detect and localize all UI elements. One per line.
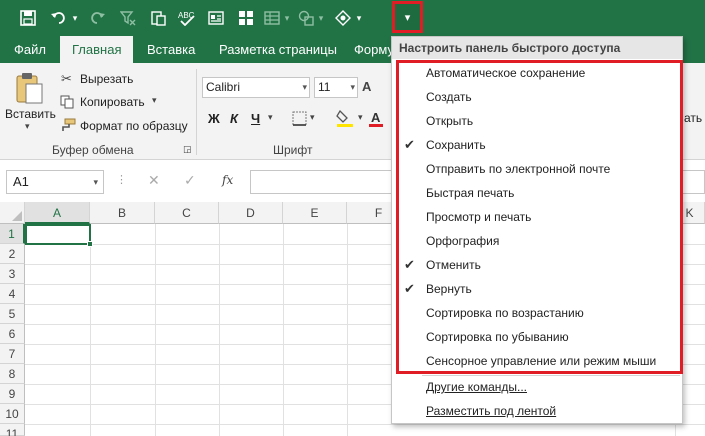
tab-home[interactable]: Главная <box>60 36 134 63</box>
font-size-dropdown-icon: ▾ <box>350 82 355 92</box>
paste-label[interactable]: Вставить <box>5 107 56 121</box>
clipboard-group-label: Буфер обмена <box>52 143 134 157</box>
row-header-6[interactable]: 6 <box>0 324 25 344</box>
cut-button[interactable]: Вырезать <box>80 72 133 86</box>
cancel-icon[interactable]: ✕ <box>148 172 160 189</box>
menu-item-label: Разместить под лентой <box>426 404 557 418</box>
menu-item-show-below-ribbon[interactable]: Разместить под лентой <box>392 399 682 423</box>
clipboard-launcher-icon[interactable]: ◲ <box>183 144 192 155</box>
increase-font-icon[interactable]: A <box>362 79 371 94</box>
table-dropdown-icon[interactable]: ▾ <box>282 6 292 30</box>
enter-icon[interactable]: ✓ <box>184 172 196 189</box>
format-painter-icon <box>60 118 76 135</box>
column-header-c[interactable]: C <box>155 202 219 224</box>
row-header-11[interactable]: 11 <box>0 424 25 436</box>
touch-mode-dropdown-icon[interactable]: ▾ <box>354 6 364 30</box>
ribbon-separator <box>196 69 197 155</box>
italic-button[interactable]: К <box>230 111 238 126</box>
paste-dropdown-icon[interactable]: ▾ <box>25 121 30 132</box>
font-name-value: Calibri <box>206 80 241 94</box>
formula-bar-dots-icon: ⋮ <box>116 174 127 186</box>
menu-item-label: Другие команды... <box>426 380 527 394</box>
insert-function-button[interactable]: fx <box>222 173 233 187</box>
wrap-text-partial[interactable]: ать в <box>684 111 705 125</box>
format-painter-button[interactable]: Формат по образцу <box>80 119 188 133</box>
spell-check-icon[interactable]: ABC <box>176 6 198 30</box>
cut-icon: ✂ <box>61 71 72 86</box>
underline-button[interactable]: Ч <box>251 111 260 126</box>
quick-access-toolbar: ▾ ABC ▾ ▾ ▾ ▾ <box>0 0 705 36</box>
row-header-2[interactable]: 2 <box>0 244 25 264</box>
shapes-icon[interactable] <box>296 6 316 30</box>
column-header-b[interactable]: B <box>90 202 155 224</box>
font-size-value: 11 <box>318 80 331 94</box>
undo-dropdown-icon[interactable]: ▾ <box>70 6 80 30</box>
name-box[interactable]: A1 ▾ <box>6 170 104 194</box>
undo-icon[interactable] <box>48 6 70 30</box>
grid-line <box>25 424 705 425</box>
fill-handle[interactable] <box>87 241 93 247</box>
fill-color-dropdown-icon[interactable]: ▾ <box>358 112 363 123</box>
font-group-label: Шрифт <box>273 143 313 157</box>
menu-title: Настроить панель быстрого доступа <box>392 37 682 59</box>
select-all-corner[interactable] <box>0 202 25 224</box>
clear-filter-icon[interactable] <box>118 6 138 30</box>
fill-color-icon[interactable] <box>336 108 354 131</box>
svg-text:A: A <box>371 110 381 125</box>
row-header-5[interactable]: 5 <box>0 304 25 324</box>
touch-mode-icon[interactable] <box>332 6 354 30</box>
copy-button[interactable]: Копировать <box>80 95 145 109</box>
column-header-a[interactable]: A <box>25 202 90 224</box>
name-box-value: A1 <box>13 174 29 189</box>
font-name-dropdown-icon: ▾ <box>302 82 307 92</box>
paste-icon[interactable] <box>14 71 44 108</box>
font-size-select[interactable]: 11 ▾ <box>314 77 358 98</box>
underline-dropdown-icon[interactable]: ▾ <box>268 112 273 123</box>
row-header-8[interactable]: 8 <box>0 364 25 384</box>
row-header-4[interactable]: 4 <box>0 284 25 304</box>
form-icon[interactable] <box>206 6 226 30</box>
tab-insert[interactable]: Вставка <box>147 36 195 63</box>
row-header-7[interactable]: 7 <box>0 344 25 364</box>
row-header-3[interactable]: 3 <box>0 264 25 284</box>
redo-icon[interactable] <box>86 6 108 30</box>
bold-button[interactable]: Ж <box>208 111 220 126</box>
column-header-d[interactable]: D <box>219 202 283 224</box>
tab-file[interactable]: Файл <box>14 36 46 63</box>
borders-dropdown-icon[interactable]: ▾ <box>310 112 315 123</box>
row-header-10[interactable]: 10 <box>0 404 25 424</box>
tab-page-layout[interactable]: Разметка страницы <box>219 36 337 63</box>
table-icon[interactable] <box>262 6 282 30</box>
customize-qat-button[interactable]: ▾ <box>392 1 423 33</box>
font-name-select[interactable]: Calibri ▾ <box>202 77 310 98</box>
font-color-icon[interactable]: A <box>368 109 384 131</box>
name-box-dropdown-icon: ▾ <box>93 177 98 187</box>
borders-icon[interactable] <box>292 111 307 129</box>
save-icon[interactable] <box>16 6 40 30</box>
customize-dropdown-icon: ▾ <box>404 11 411 24</box>
row-header-1[interactable]: 1 <box>0 224 25 244</box>
row-header-9[interactable]: 9 <box>0 384 25 404</box>
menu-items-highlight <box>396 60 683 374</box>
column-header-e[interactable]: E <box>283 202 347 224</box>
copy-dropdown-icon[interactable]: ▾ <box>152 95 157 106</box>
grid-icon[interactable] <box>236 6 256 30</box>
copy-icon <box>60 95 74 112</box>
active-cell-a1[interactable] <box>25 224 91 245</box>
shapes-dropdown-icon[interactable]: ▾ <box>316 6 326 30</box>
paste-special-icon[interactable] <box>148 6 168 30</box>
menu-item-more-commands[interactable]: Другие команды... <box>392 375 682 399</box>
